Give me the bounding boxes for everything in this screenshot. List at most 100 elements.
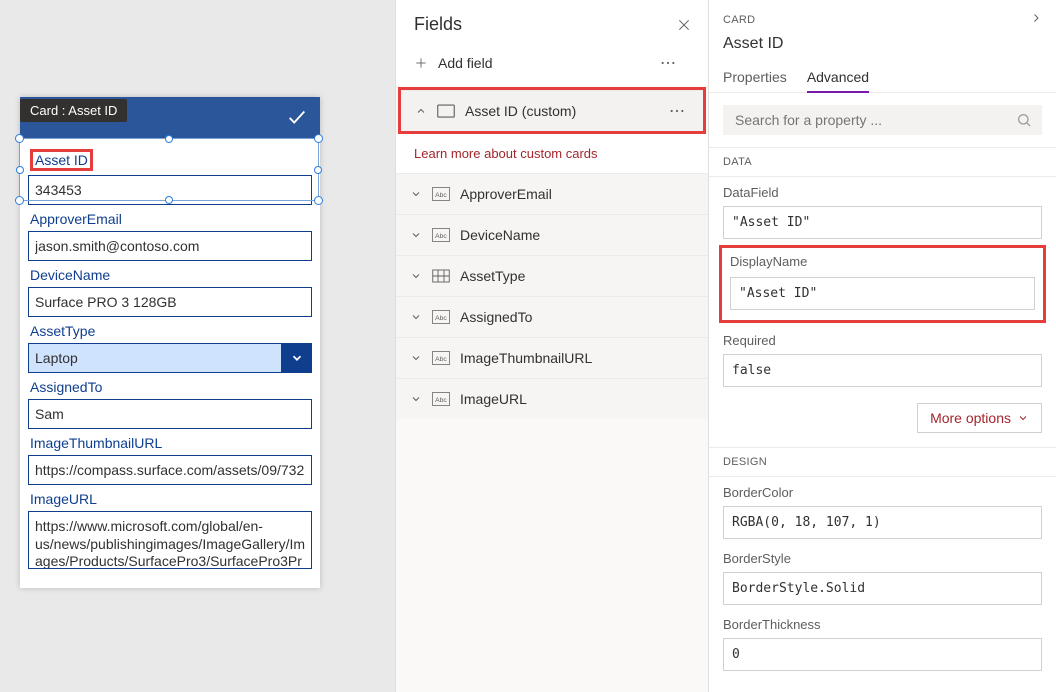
chevron-down-icon: [410, 188, 422, 200]
section-data: DATA: [709, 147, 1056, 177]
field-item-approver-email[interactable]: Abc ApproverEmail: [396, 173, 708, 214]
field-image-url[interactable]: ImageURL: [28, 491, 312, 572]
resize-handle[interactable]: [16, 166, 24, 174]
form-body: Asset ID ApproverEmail DeviceName AssetT…: [20, 139, 320, 588]
fields-header: Fields: [396, 0, 708, 45]
add-field-button[interactable]: Add field: [396, 45, 708, 85]
chevron-down-icon: [410, 393, 422, 405]
asset-type-dropdown[interactable]: Laptop: [28, 343, 312, 373]
field-item-device-name[interactable]: Abc DeviceName: [396, 214, 708, 255]
section-design: DESIGN: [709, 447, 1056, 477]
prop-label: BorderThickness: [723, 617, 1042, 632]
resize-handle[interactable]: [314, 166, 322, 174]
field-approver-email[interactable]: ApproverEmail: [28, 211, 312, 261]
device-name-input[interactable]: [28, 287, 312, 317]
chevron-right-icon[interactable]: [1030, 10, 1042, 29]
image-thumbnail-url-input[interactable]: [28, 455, 312, 485]
prop-label: BorderColor: [723, 485, 1042, 500]
chevron-down-icon[interactable]: [282, 343, 312, 373]
text-type-icon: Abc: [432, 187, 450, 201]
tab-properties[interactable]: Properties: [723, 63, 787, 92]
required-input[interactable]: [723, 354, 1042, 387]
prop-title: Asset ID: [723, 35, 1042, 53]
prop-required: Required: [709, 325, 1056, 391]
field-label: AssetType: [30, 323, 312, 339]
prop-search[interactable]: [723, 105, 1042, 135]
resize-handle[interactable]: [15, 196, 24, 205]
field-device-name[interactable]: DeviceName: [28, 267, 312, 317]
chevron-up-icon: [415, 105, 427, 117]
fields-pane: Fields Add field Asset ID (custom) Learn…: [395, 0, 709, 692]
prop-header: CARD Asset ID Properties Advanced: [709, 0, 1056, 93]
selection-overlay: [19, 138, 319, 201]
bordercolor-input[interactable]: [723, 506, 1042, 539]
chevron-down-icon: [410, 229, 422, 241]
resize-handle[interactable]: [15, 134, 24, 143]
borderthickness-input[interactable]: [723, 638, 1042, 671]
field-item-image-url[interactable]: Abc ImageURL: [396, 378, 708, 419]
prop-bordercolor: BorderColor: [709, 477, 1056, 543]
borderstyle-input[interactable]: [723, 572, 1042, 605]
resize-handle[interactable]: [314, 134, 323, 143]
add-field-label: Add field: [438, 55, 656, 71]
more-options-label: More options: [930, 410, 1011, 426]
tab-advanced[interactable]: Advanced: [807, 63, 869, 93]
field-assigned-to[interactable]: AssignedTo: [28, 379, 312, 429]
prop-label: DataField: [723, 185, 1042, 200]
resize-handle[interactable]: [165, 196, 173, 204]
search-icon: [1016, 112, 1032, 128]
prop-label: DisplayName: [730, 254, 1035, 269]
more-icon[interactable]: [665, 109, 689, 113]
field-label: DeviceName: [30, 267, 312, 283]
field-item-label: ImageThumbnailURL: [460, 350, 694, 366]
field-label: ImageURL: [30, 491, 312, 507]
field-item-label: Asset ID (custom): [465, 103, 655, 119]
more-options-row: More options: [709, 391, 1056, 447]
field-label: ApproverEmail: [30, 211, 312, 227]
highlight-field-item: Asset ID (custom): [398, 87, 706, 134]
field-item-asset-id-custom[interactable]: Asset ID (custom): [401, 90, 703, 131]
canvas-area[interactable]: Asset ID ApproverEmail DeviceName AssetT…: [0, 0, 395, 692]
resize-handle[interactable]: [314, 196, 323, 205]
prop-datafield: DataField: [709, 177, 1056, 243]
text-type-icon: Abc: [432, 310, 450, 324]
assigned-to-input[interactable]: [28, 399, 312, 429]
field-item-label: AssetType: [460, 268, 694, 284]
learn-more-link[interactable]: Learn more about custom cards: [396, 134, 708, 173]
field-item-label: ImageURL: [460, 391, 694, 407]
asset-type-value: Laptop: [28, 343, 282, 373]
prop-borderthickness: BorderThickness: [709, 609, 1056, 675]
field-item-label: AssignedTo: [460, 309, 694, 325]
prop-label: Required: [723, 333, 1042, 348]
prop-label: BorderStyle: [723, 551, 1042, 566]
prop-search-input[interactable]: [733, 111, 1016, 129]
resize-handle[interactable]: [165, 135, 173, 143]
prop-breadcrumb: CARD: [723, 10, 1042, 29]
svg-text:Abc: Abc: [435, 233, 447, 240]
field-item-label: ApproverEmail: [460, 186, 694, 202]
displayname-input[interactable]: [730, 277, 1035, 310]
breadcrumb-label: CARD: [723, 14, 755, 26]
text-type-icon: Abc: [432, 392, 450, 406]
datafield-input[interactable]: [723, 206, 1042, 239]
accept-icon[interactable]: [286, 106, 308, 131]
chevron-down-icon: [1017, 412, 1029, 424]
properties-pane: CARD Asset ID Properties Advanced DATA D…: [709, 0, 1056, 692]
field-item-assigned-to[interactable]: Abc AssignedTo: [396, 296, 708, 337]
field-item-label: DeviceName: [460, 227, 694, 243]
chevron-down-icon: [410, 352, 422, 364]
more-icon[interactable]: [656, 61, 690, 65]
grid-type-icon: [432, 269, 450, 283]
field-label: AssignedTo: [30, 379, 312, 395]
field-asset-type[interactable]: AssetType Laptop: [28, 323, 312, 373]
fields-title: Fields: [414, 14, 676, 35]
more-options-button[interactable]: More options: [917, 403, 1042, 433]
field-item-asset-type[interactable]: AssetType: [396, 255, 708, 296]
field-item-image-thumbnail-url[interactable]: Abc ImageThumbnailURL: [396, 337, 708, 378]
approver-email-input[interactable]: [28, 231, 312, 261]
image-url-input[interactable]: [28, 511, 312, 569]
field-image-thumbnail-url[interactable]: ImageThumbnailURL: [28, 435, 312, 485]
close-icon[interactable]: [676, 17, 692, 33]
field-label: ImageThumbnailURL: [30, 435, 312, 451]
chevron-down-icon: [410, 270, 422, 282]
